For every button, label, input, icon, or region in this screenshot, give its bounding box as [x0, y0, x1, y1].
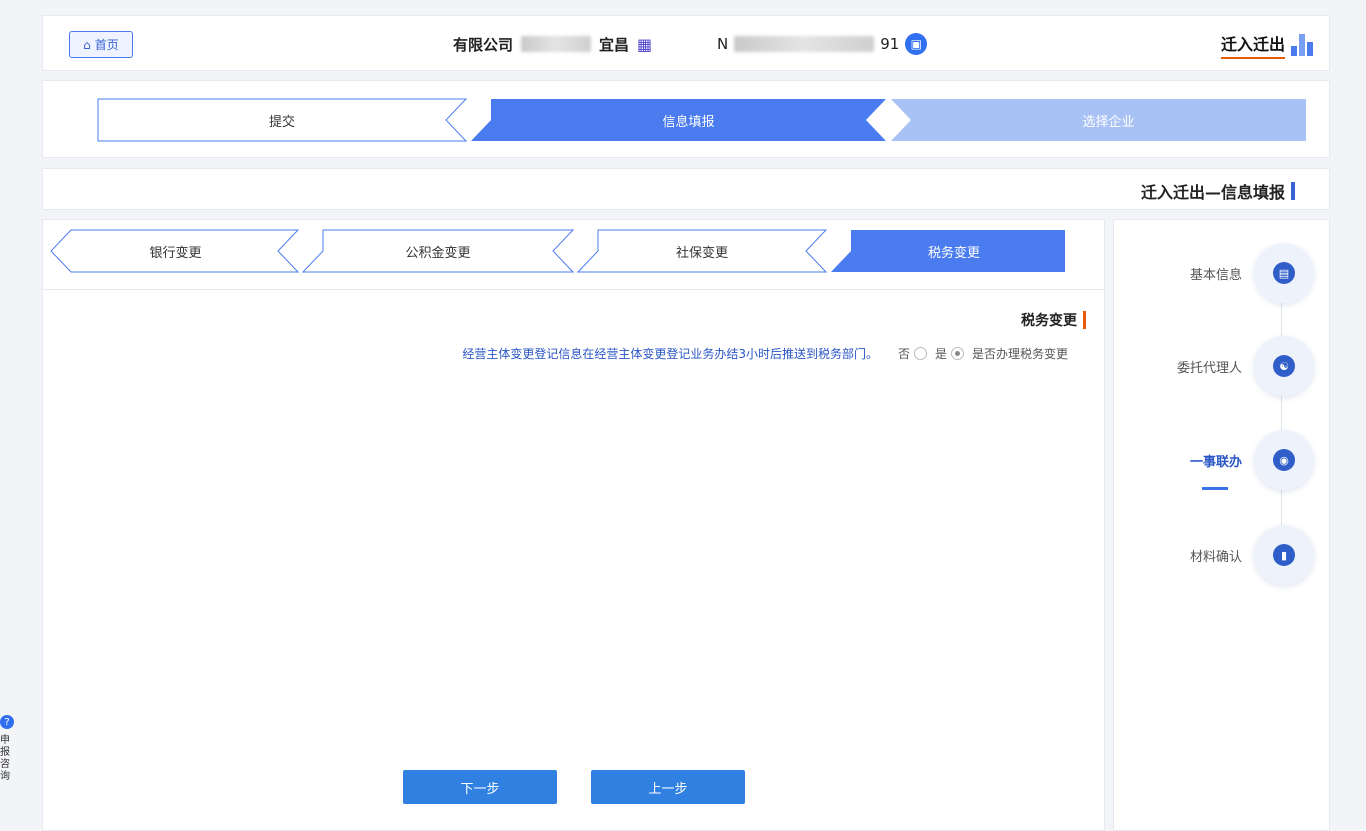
radio-no-label: 否	[897, 347, 910, 361]
tax-change-form-row: 经营主体变更登记信息在经营主体变更登记业务办结3小时后推送到税务部门。 否 是 …	[462, 345, 1068, 362]
top-header: ⌂ 首页 有限公司 宜昌 ▦ N 91 ▣ 迁入迁出	[42, 15, 1330, 71]
sidebar-connector-line	[1281, 280, 1282, 550]
credit-code-suffix: N	[717, 35, 729, 53]
sidebar-item-bubble: ▮	[1254, 525, 1314, 585]
redacted-company-segment	[521, 36, 592, 52]
prev-button[interactable]: 上一步	[591, 770, 745, 804]
step-submit: 提交	[268, 114, 295, 130]
home-icon: ⌂	[83, 37, 91, 52]
radio-no[interactable]: 否	[898, 345, 927, 362]
sidebar-item-label: 材料确认	[1189, 549, 1242, 565]
step-info-fill: 信息填报	[662, 114, 715, 130]
sidebar: 基本信息 ▤ 委托代理人 ☯ 一事联办 ◉ 材料确认 ▮	[1113, 219, 1330, 831]
handshake-icon: ☯	[1273, 355, 1295, 377]
sidebar-item-label: 一事联办	[1189, 454, 1242, 470]
tab-housing-fund-change[interactable]: 公积金变更	[313, 230, 563, 272]
radio-no-circle[interactable]	[913, 347, 927, 360]
redacted-credit-segment	[734, 36, 875, 52]
sidebar-item-joint-handling[interactable]: 一事联办 ◉	[1134, 429, 1314, 491]
help-icon[interactable]: ?	[0, 715, 14, 729]
sidebar-item-basic-info[interactable]: 基本信息 ▤	[1134, 242, 1314, 304]
sidebar-item-bubble: ▤	[1254, 243, 1314, 303]
credit-code-prefix: 91	[880, 35, 900, 53]
credit-code: N 91 ▣	[717, 33, 928, 55]
radio-yes-circle[interactable]	[950, 347, 964, 360]
tab-social-security-change[interactable]: 社保变更	[588, 230, 816, 272]
sidebar-item-label: 基本信息	[1189, 267, 1242, 283]
tab-tax-change[interactable]: 税务变更	[843, 230, 1065, 272]
sub-tabs: 税务变更 社保变更 公积金变更 银行变更	[43, 220, 1104, 290]
page-title: 迁入迁出—信息填报	[1141, 179, 1295, 203]
section-title: 税务变更	[1021, 310, 1086, 330]
section-title-text: 税务变更	[1021, 313, 1077, 329]
sidebar-item-bubble: ◉	[1254, 430, 1314, 490]
company-name: 有限公司 宜昌 ▦	[453, 33, 652, 55]
page-title-bar: 迁入迁出—信息填报	[42, 168, 1330, 210]
main-content: 税务变更 社保变更 公积金变更 银行变更 税务变更 经营主体变更登记信息在经营主…	[42, 219, 1105, 831]
tax-notice: 经营主体变更登记信息在经营主体变更登记业务办结3小时后推送到税务部门。	[462, 347, 878, 361]
file-icon: ▮	[1273, 544, 1295, 566]
help-widget-text: 申报咨询	[0, 735, 10, 782]
page-title-text: 迁入迁出—信息填报	[1140, 183, 1285, 202]
radio-yes[interactable]: 是	[935, 345, 964, 362]
section-accent-bar	[1083, 311, 1086, 329]
badge-icon: ▣	[905, 33, 928, 55]
title-accent-bar	[1291, 182, 1295, 200]
sidebar-item-agent[interactable]: 委托代理人 ☯	[1134, 335, 1314, 397]
radio-yes-label: 是	[934, 347, 947, 361]
home-button[interactable]: ⌂ 首页	[69, 31, 133, 58]
tab-bank-change[interactable]: 银行变更	[63, 230, 288, 272]
document-icon: ▤	[1273, 262, 1295, 284]
step-select-company: 选择企业	[1082, 114, 1135, 130]
brand: 迁入迁出	[1220, 30, 1313, 60]
help-widget[interactable]: ? 申报咨询	[0, 715, 14, 810]
progress-steps: 选择企业 信息填报 提交	[42, 80, 1330, 158]
company-name-prefix: 宜昌	[599, 35, 630, 54]
active-item-underline	[1202, 487, 1228, 490]
home-button-label: 首页	[94, 38, 119, 52]
next-button[interactable]: 下一步	[403, 770, 557, 804]
city-icon	[1291, 34, 1313, 56]
tax-change-question: 是否办理税务变更	[971, 347, 1068, 361]
company-name-suffix: 有限公司	[453, 35, 514, 54]
brand-title: 迁入迁出	[1220, 31, 1285, 59]
sidebar-item-material-confirm[interactable]: 材料确认 ▮	[1134, 524, 1314, 586]
building-icon: ▦	[637, 34, 653, 54]
sidebar-item-label: 委托代理人	[1176, 360, 1242, 376]
sidebar-item-bubble: ☯	[1254, 336, 1314, 396]
eye-icon: ◉	[1273, 449, 1295, 471]
